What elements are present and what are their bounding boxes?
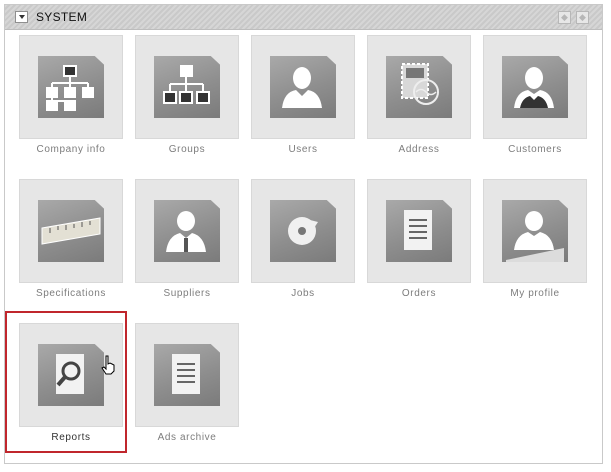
org-chart-icon	[38, 56, 104, 118]
archive-document-icon	[154, 344, 220, 406]
selection-highlight	[5, 311, 127, 453]
panel-title: SYSTEM	[36, 10, 88, 24]
tile-users[interactable]	[251, 35, 355, 139]
tile-label: Ads archive	[157, 432, 217, 443]
tile-groups[interactable]	[135, 35, 239, 139]
supplier-icon	[154, 200, 220, 262]
document-icon	[386, 200, 452, 262]
panel-header: SYSTEM ◆ ◆	[5, 5, 602, 30]
collapse-toggle-icon[interactable]	[15, 11, 28, 23]
move-icon[interactable]: ◆	[558, 11, 571, 24]
tile-label: Address	[398, 144, 440, 155]
tile-label: Company info	[36, 144, 106, 155]
tile-suppliers[interactable]	[135, 179, 239, 283]
groups-hierarchy-icon	[154, 56, 220, 118]
refresh-icon	[270, 200, 336, 262]
tile-customers[interactable]	[483, 35, 587, 139]
customer-icon	[502, 56, 568, 118]
tile-label: Orders	[401, 288, 437, 299]
tile-label: Jobs	[291, 288, 315, 299]
tile-my-profile[interactable]	[483, 179, 587, 283]
tile-label: Specifications	[35, 288, 107, 299]
tile-orders[interactable]	[367, 179, 471, 283]
tile-label: Suppliers	[163, 288, 211, 299]
tile-ads-archive[interactable]	[135, 323, 239, 427]
tile-label: Users	[288, 144, 318, 155]
tile-label: My profile	[510, 288, 560, 299]
tile-jobs[interactable]	[251, 179, 355, 283]
stamp-address-icon	[386, 56, 452, 118]
tile-specifications[interactable]	[19, 179, 123, 283]
hand-cursor-icon	[101, 355, 115, 375]
user-icon	[270, 56, 336, 118]
settings-icon[interactable]: ◆	[576, 11, 589, 24]
ruler-icon	[38, 200, 104, 262]
profile-icon	[502, 200, 568, 262]
tile-address[interactable]	[367, 35, 471, 139]
tile-label: Groups	[168, 144, 206, 155]
tile-label: Customers	[508, 144, 562, 155]
tile-company-info[interactable]	[19, 35, 123, 139]
